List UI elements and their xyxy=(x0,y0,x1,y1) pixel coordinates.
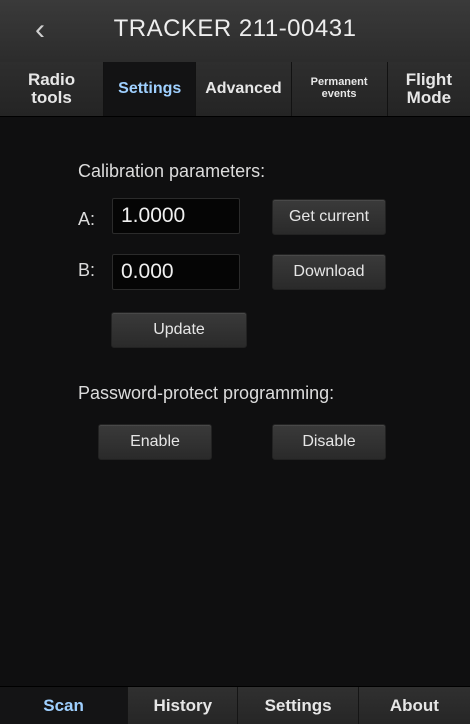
nav-scan[interactable]: Scan xyxy=(0,687,129,724)
settings-panel: Calibration parameters: A: Get current B… xyxy=(0,117,470,686)
disable-button[interactable]: Disable xyxy=(272,424,386,460)
b-label: B: xyxy=(78,260,96,280)
a-label: A: xyxy=(78,209,96,229)
nav-settings[interactable]: Settings xyxy=(238,687,359,724)
calibration-heading: Calibration parameters: xyxy=(78,161,266,181)
tab-permanent-events[interactable]: Permanent events xyxy=(291,62,388,116)
download-button[interactable]: Download xyxy=(272,254,386,290)
tab-label: Permanent events xyxy=(310,76,368,100)
tab-settings[interactable]: Settings xyxy=(104,62,197,116)
tab-advanced[interactable]: Advanced xyxy=(196,62,292,116)
nav-label: Scan xyxy=(43,695,84,715)
nav-label: History xyxy=(153,695,213,715)
top-tab-bar: Radio tools Settings Advanced Permanent … xyxy=(0,62,470,117)
tab-label: Flight Mode xyxy=(405,70,452,107)
tab-label: Settings xyxy=(118,79,182,97)
a-value-field[interactable] xyxy=(112,198,240,234)
get-current-button[interactable]: Get current xyxy=(272,199,386,235)
update-button[interactable]: Update xyxy=(111,312,247,348)
tab-label: Advanced xyxy=(205,79,282,97)
b-value-field[interactable] xyxy=(112,254,240,290)
password-heading: Password-protect programming: xyxy=(78,383,335,403)
app-header: ‹ TRACKER 211-00431 xyxy=(0,0,470,63)
enable-button[interactable]: Enable xyxy=(98,424,212,460)
tab-flight-mode[interactable]: Flight Mode xyxy=(387,62,470,116)
nav-history[interactable]: History xyxy=(128,687,239,724)
page-title: TRACKER 211-00431 xyxy=(113,15,357,42)
nav-label: Settings xyxy=(264,695,332,715)
tab-radio-tools[interactable]: Radio tools xyxy=(0,62,105,116)
tab-label: Radio tools xyxy=(27,70,76,107)
bottom-nav: Scan History Settings About xyxy=(0,686,470,724)
nav-about[interactable]: About xyxy=(358,687,470,724)
nav-label: About xyxy=(389,695,439,715)
